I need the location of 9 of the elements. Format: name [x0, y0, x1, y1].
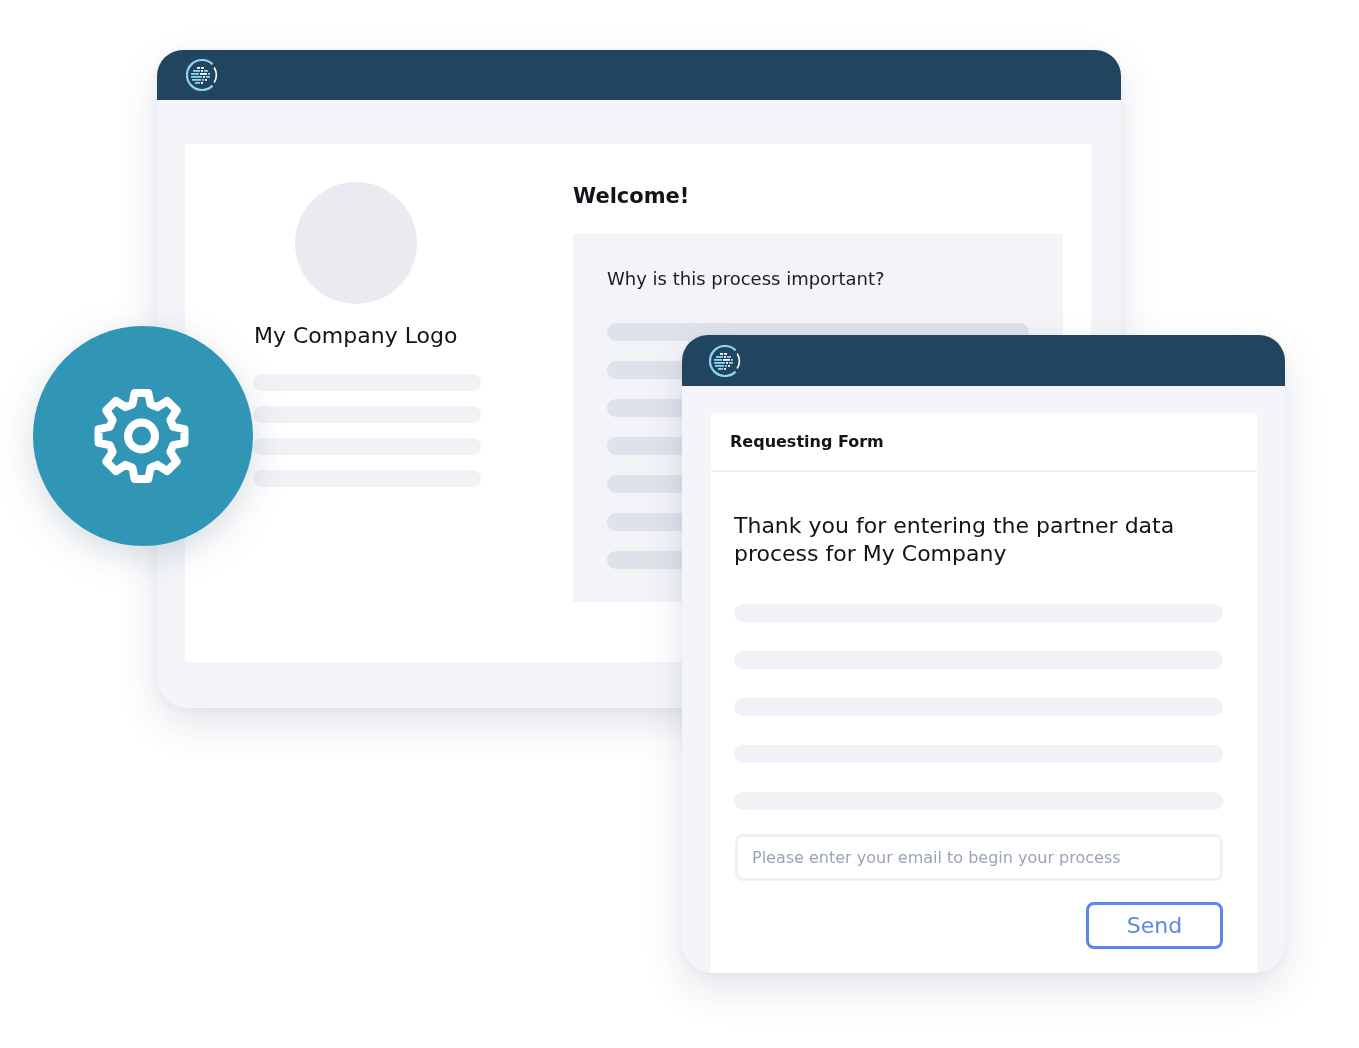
logo-icon	[186, 59, 218, 91]
email-field[interactable]: Please enter your email to begin your process	[735, 834, 1223, 881]
message-text: Thank you for entering the partner data process for My Company	[734, 512, 1176, 568]
welcome-heading: Welcome!	[573, 183, 690, 210]
company-logo-label: My Company Logo	[254, 322, 458, 350]
logo-icon	[709, 344, 741, 377]
info-card-title: Why is this process important?	[607, 268, 885, 290]
send-button[interactable]: Send	[1086, 902, 1223, 949]
form-title: Requesting Form	[730, 430, 884, 453]
